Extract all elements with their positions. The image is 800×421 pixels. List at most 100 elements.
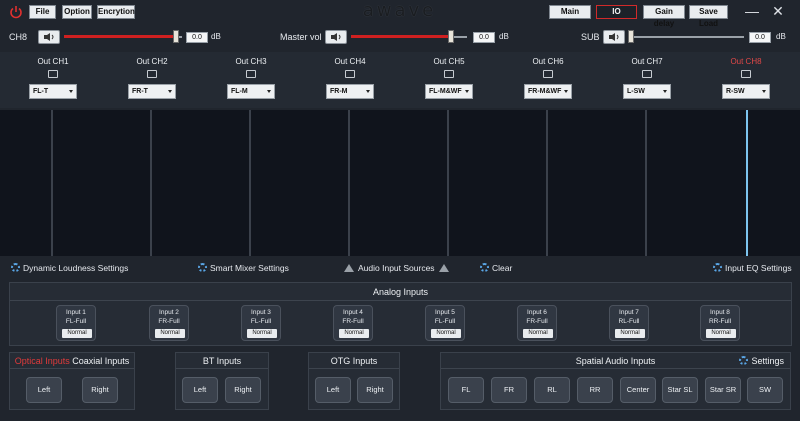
channel-mute-icon[interactable] [543, 70, 553, 78]
bt-inputs-panel: BT Inputs Left Right [175, 352, 269, 410]
tab-optical-inputs[interactable]: Optical Inputs [15, 356, 70, 366]
divider [10, 300, 791, 301]
spatial-settings-button[interactable]: Settings [739, 353, 784, 369]
channel-assign-select[interactable]: FL-T [29, 84, 77, 99]
minimize-button[interactable]: — [744, 3, 760, 19]
output-channel-3: Out CH3 FL-M [201, 52, 301, 108]
input-mode-button[interactable]: Normal [155, 329, 185, 338]
bt-right-button[interactable]: Right [225, 377, 261, 403]
analog-input-card[interactable]: Input 8 RR-Full Normal [700, 305, 740, 341]
bt-left-button[interactable]: Left [182, 377, 218, 403]
input-source: FR-Full [158, 318, 180, 325]
otg-right-button[interactable]: Right [357, 377, 393, 403]
spatial-fl-button[interactable]: FL [448, 377, 484, 403]
channel-mute-icon[interactable] [444, 70, 454, 78]
spatial-fr-button[interactable]: FR [491, 377, 527, 403]
io-tab[interactable]: IO [596, 5, 637, 19]
bt-inputs-title: BT Inputs [176, 353, 268, 369]
input-mode-button[interactable]: Normal [615, 329, 645, 338]
spatial-audio-panel: Spatial Audio Inputs Settings FL FR RL R… [440, 352, 791, 410]
spatial-star-sr-button[interactable]: Star SR [705, 377, 741, 403]
channel-assign-select[interactable]: FL-M&WF [425, 84, 473, 99]
channel-mute-icon[interactable] [48, 70, 58, 78]
input-source: FR-Full [342, 318, 364, 325]
sub-mute-button[interactable] [603, 30, 625, 44]
input-source: RR-Full [708, 318, 732, 325]
master-mute-button[interactable] [325, 30, 347, 44]
title-bar: File Option Encrytion awave Main IO Gain… [0, 0, 800, 28]
output-channel-8: Out CH8 R-SW [696, 52, 796, 108]
tab-coaxial-inputs[interactable]: Coaxial Inputs [72, 356, 129, 366]
sub-db-unit: dB [776, 32, 786, 41]
channel-mute-icon[interactable] [246, 70, 256, 78]
ch-db-value[interactable]: 0.0 [186, 32, 208, 43]
encryption-menu[interactable]: Encrytion [97, 5, 135, 19]
optical-left-button[interactable]: Left [26, 377, 62, 403]
input-name: Input 2 [159, 309, 179, 316]
input-mode-button[interactable]: Normal [62, 329, 92, 338]
channel-mute-icon[interactable] [147, 70, 157, 78]
input-eq-settings-button[interactable]: Input EQ Settings [713, 262, 792, 274]
main-tab[interactable]: Main [549, 5, 591, 19]
master-volume-thumb[interactable] [448, 30, 454, 43]
ch-mute-button[interactable] [38, 30, 60, 44]
close-button[interactable]: ✕ [770, 3, 786, 19]
dynamic-loudness-button[interactable]: Dynamic Loudness Settings [11, 262, 128, 274]
input-source: FL-Full [434, 318, 456, 325]
channel-title: Out CH1 [37, 57, 69, 66]
channel-title: Out CH6 [532, 57, 564, 66]
channel-assign-select[interactable]: L-SW [623, 84, 671, 99]
analog-input-card[interactable]: Input 6 FR-Full Normal [517, 305, 557, 341]
brand-logo: awave [362, 0, 437, 21]
analog-input-card[interactable]: Input 5 FL-Full Normal [425, 305, 465, 341]
input-mode-button[interactable]: Normal [706, 329, 736, 338]
analog-input-card[interactable]: Input 1 FL-Full Normal [56, 305, 96, 341]
sub-db-value[interactable]: 0.0 [749, 32, 771, 43]
input-name: Input 3 [251, 309, 271, 316]
option-menu[interactable]: Option [62, 5, 92, 19]
analog-input-card[interactable]: Input 3 FL-Full Normal [241, 305, 281, 341]
clear-button[interactable]: Clear [480, 262, 512, 274]
spatial-rr-button[interactable]: RR [577, 377, 613, 403]
channel-mute-icon[interactable] [741, 70, 751, 78]
analog-input-card[interactable]: Input 7 RL-Full Normal [609, 305, 649, 341]
input-name: Input 5 [435, 309, 455, 316]
sub-volume-label: SUB [581, 32, 600, 42]
ch-volume-thumb[interactable] [173, 30, 179, 43]
spatial-center-button[interactable]: Center [620, 377, 656, 403]
output-channel-6: Out CH6 FR-M&WF [498, 52, 598, 108]
channel-assign-select[interactable]: FL-M [227, 84, 275, 99]
save-load-tab[interactable]: Save Load [689, 5, 728, 28]
channel-assign-select[interactable]: FR-M&WF [524, 84, 572, 99]
channel-assign-select[interactable]: FR-T [128, 84, 176, 99]
master-db-value[interactable]: 0.0 [473, 32, 495, 43]
otg-left-button[interactable]: Left [315, 377, 351, 403]
input-mode-button[interactable]: Normal [431, 329, 461, 338]
volume-row: CH8 0.0 dB Master vol 0.0 dB SUB 0.0 dB [0, 26, 800, 50]
input-mode-button[interactable]: Normal [339, 329, 369, 338]
speaker-icon [331, 33, 341, 41]
channel-assign-select[interactable]: R-SW [722, 84, 770, 99]
channel-title: Out CH4 [334, 57, 366, 66]
input-source: RL-Full [618, 318, 640, 325]
analog-input-card[interactable]: Input 4 FR-Full Normal [333, 305, 373, 341]
channel-mute-icon[interactable] [345, 70, 355, 78]
spatial-rl-button[interactable]: RL [534, 377, 570, 403]
spatial-star-sl-button[interactable]: Star SL [662, 377, 698, 403]
spatial-sw-button[interactable]: SW [747, 377, 783, 403]
gain-delay-tab[interactable]: Gain delay [643, 5, 685, 28]
input-mode-button[interactable]: Normal [523, 329, 553, 338]
sub-volume-track[interactable] [634, 36, 744, 38]
optical-right-button[interactable]: Right [82, 377, 118, 403]
input-mode-button[interactable]: Normal [247, 329, 277, 338]
file-menu[interactable]: File [29, 5, 56, 19]
routing-graph[interactable] [0, 110, 800, 256]
power-icon[interactable] [9, 5, 23, 19]
smart-mixer-button[interactable]: Smart Mixer Settings [198, 262, 289, 274]
channel-marker [447, 110, 449, 256]
master-volume-fill [351, 35, 449, 38]
channel-mute-icon[interactable] [642, 70, 652, 78]
analog-input-card[interactable]: Input 2 FR-Full Normal [149, 305, 189, 341]
channel-marker [348, 110, 350, 256]
channel-assign-select[interactable]: FR-M [326, 84, 374, 99]
